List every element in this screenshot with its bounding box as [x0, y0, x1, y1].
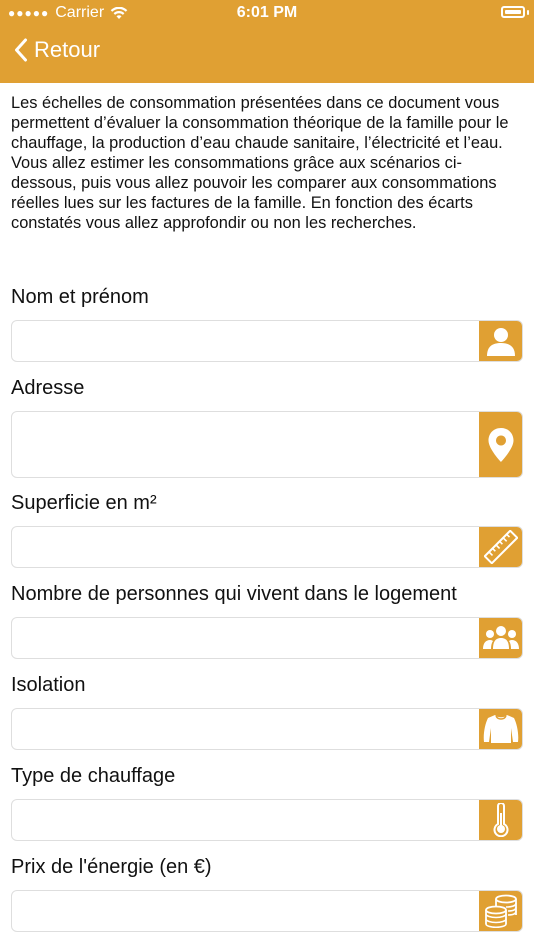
area-icon-box [479, 527, 522, 567]
occupants-field[interactable] [11, 617, 523, 659]
coins-icon [484, 894, 517, 928]
address-field[interactable] [11, 411, 523, 478]
occupants-icon-box [479, 618, 522, 658]
occupants-input[interactable] [12, 618, 488, 658]
heating-field[interactable] [11, 799, 523, 841]
area-field[interactable] [11, 526, 523, 568]
location-pin-icon [488, 427, 513, 462]
intro-paragraph-2: Vous allez estimer les consommations grâ… [11, 154, 497, 232]
energy-price-icon-box [479, 891, 522, 931]
intro-paragraph-1: Les échelles de consommation présentées … [11, 94, 509, 152]
area-input[interactable] [12, 527, 488, 567]
insulation-icon-box [479, 709, 522, 749]
address-label: Adresse [11, 377, 85, 399]
battery-icon [501, 6, 525, 18]
status-time: 6:01 PM [236, 4, 298, 21]
heating-label: Type de chauffage [11, 765, 176, 787]
heating-input[interactable] [12, 800, 488, 840]
name-input[interactable] [12, 321, 488, 361]
thermometer-icon [493, 803, 508, 837]
ruler-icon [483, 530, 518, 564]
energy-price-input[interactable] [12, 891, 488, 931]
navigation-bar: ●●●●● Carrier 6:01 PM Retour [0, 0, 534, 83]
sweater-icon [483, 715, 518, 743]
status-bar: ●●●●● Carrier 6:01 PM [0, 0, 534, 26]
chevron-left-icon [15, 38, 27, 62]
battery-tip [527, 10, 529, 15]
heating-icon-box [479, 800, 522, 840]
insulation-field[interactable] [11, 708, 523, 750]
address-icon-box [479, 412, 522, 477]
area-label: Superficie en m² [11, 492, 157, 514]
energy-price-field[interactable] [11, 890, 523, 932]
intro-text: Les échelles de consommation présentées … [11, 93, 523, 233]
back-button[interactable]: Retour [14, 37, 100, 63]
energy-price-label: Prix de l'énergie (en €) [11, 856, 212, 878]
insulation-label: Isolation [11, 674, 86, 696]
person-icon [486, 328, 515, 356]
group-icon [482, 626, 519, 649]
back-label: Retour [34, 37, 101, 62]
name-label: Nom et prénom [11, 286, 149, 308]
name-field[interactable] [11, 320, 523, 362]
name-icon-box [479, 321, 522, 361]
occupants-label: Nombre de personnes qui vivent dans le l… [11, 583, 457, 605]
address-input[interactable] [12, 412, 488, 477]
insulation-input[interactable] [12, 709, 488, 749]
